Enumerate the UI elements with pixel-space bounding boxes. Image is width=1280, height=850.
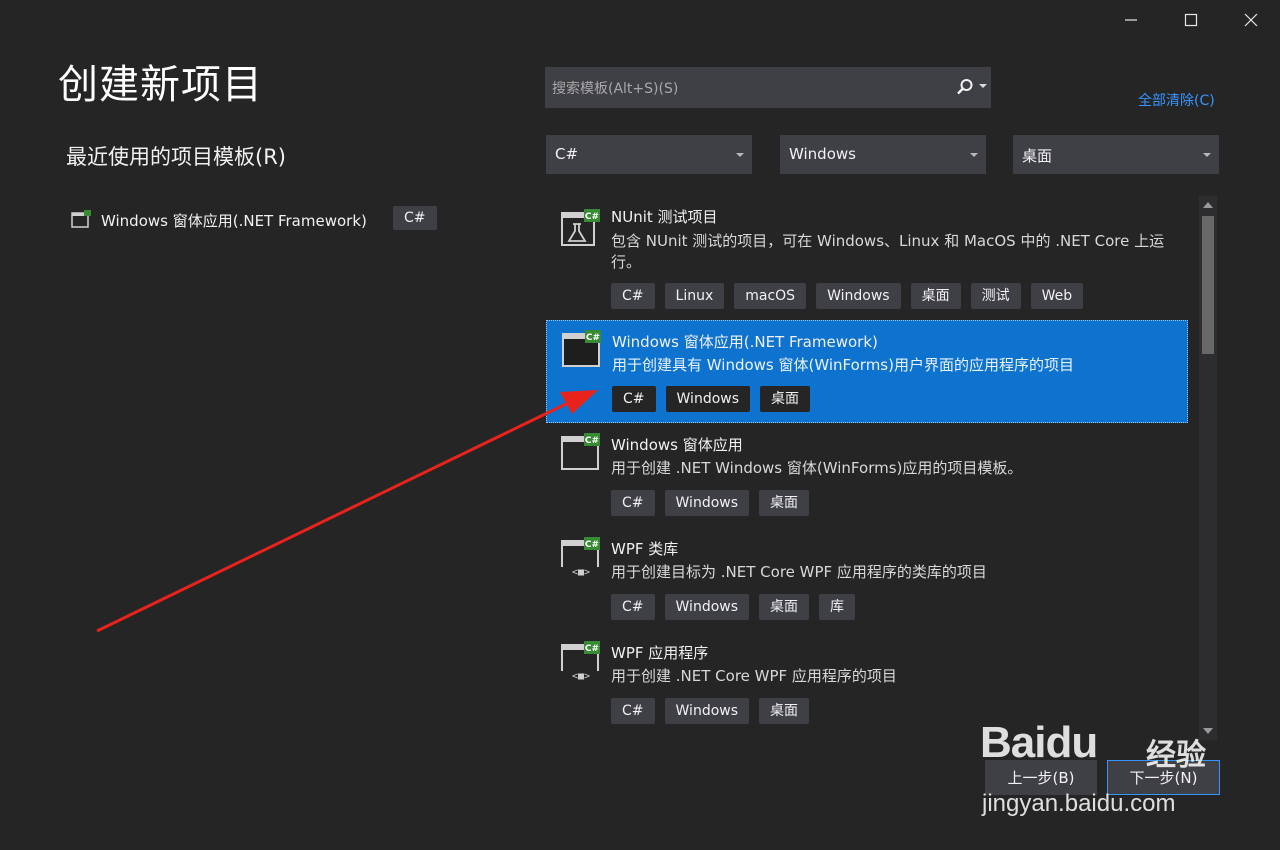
- wpf-library-icon: <■> C#: [561, 537, 600, 578]
- close-icon: [1244, 13, 1258, 27]
- project-type-filter-dropdown[interactable]: 桌面: [1013, 135, 1219, 174]
- tag: 桌面: [759, 594, 810, 620]
- template-name: WPF 类库: [611, 540, 679, 558]
- tag: Windows: [664, 490, 750, 516]
- minimize-icon: [1125, 19, 1137, 21]
- window-app-icon: C#: [561, 433, 600, 470]
- svg-text:C#: C#: [586, 333, 600, 343]
- tag: 桌面: [759, 698, 810, 724]
- platform-filter-value: Windows: [789, 145, 856, 163]
- maximize-button[interactable]: [1176, 8, 1206, 32]
- template-tags: C# Windows 桌面: [611, 698, 810, 724]
- tag: 库: [819, 594, 856, 620]
- template-item-nunit[interactable]: C# NUnit 测试项目 包含 NUnit 测试的项目，可在 Windows、…: [546, 195, 1188, 319]
- watermark-main: Baidu: [980, 718, 1098, 767]
- tag: C#: [612, 386, 656, 412]
- tag: C#: [611, 490, 655, 516]
- recent-template-tag: C#: [393, 206, 437, 230]
- search-icon[interactable]: [956, 78, 974, 96]
- chevron-down-icon: [1203, 153, 1211, 157]
- maximize-icon: [1184, 13, 1198, 27]
- template-description: 用于创建 .NET Windows 窗体(WinForms)应用的项目模板。: [611, 459, 1023, 477]
- platform-filter-dropdown[interactable]: Windows: [780, 135, 986, 174]
- template-item-winforms[interactable]: C# Windows 窗体应用 用于创建 .NET Windows 窗体(Win…: [546, 424, 1188, 528]
- tag: macOS: [734, 283, 807, 309]
- search-input[interactable]: [546, 68, 954, 109]
- template-description: 包含 NUnit 测试的项目，可在 Windows、Linux 和 MacOS …: [611, 232, 1165, 271]
- svg-text:C#: C#: [585, 212, 599, 222]
- recent-template-item[interactable]: Windows 窗体应用(.NET Framework) C#: [66, 204, 437, 236]
- baidu-watermark: Baidu 经验 jingyan.baidu.com: [980, 718, 1206, 817]
- chevron-down-icon: [970, 153, 978, 157]
- search-options-chevron-icon[interactable]: [979, 84, 987, 88]
- tag: 桌面: [760, 386, 811, 412]
- template-tags: C# Windows 桌面: [611, 490, 810, 516]
- tag: Linux: [664, 283, 725, 309]
- template-description: 用于创建具有 Windows 窗体(WinForms)用户界面的应用程序的项目: [612, 356, 1074, 374]
- window-app-icon: [71, 210, 91, 228]
- svg-text:C#: C#: [585, 436, 599, 446]
- tag: 桌面: [759, 490, 810, 516]
- page-title: 创建新项目: [58, 62, 263, 108]
- template-item-winforms-netframework[interactable]: C# Windows 窗体应用(.NET Framework) 用于创建具有 W…: [546, 320, 1188, 423]
- svg-text:<■>: <■>: [572, 671, 590, 682]
- scrollbar-thumb[interactable]: [1202, 216, 1214, 354]
- minimize-button[interactable]: [1116, 8, 1146, 32]
- template-name: NUnit 测试项目: [611, 208, 718, 226]
- clear-all-link[interactable]: 全部清除(C): [1138, 90, 1215, 110]
- template-item-wpf-library[interactable]: <■> C# WPF 类库 用于创建目标为 .NET Core WPF 应用程序…: [546, 528, 1188, 632]
- recent-template-label: Windows 窗体应用(.NET Framework): [101, 211, 367, 230]
- tag: C#: [611, 698, 655, 724]
- close-button[interactable]: [1236, 8, 1266, 32]
- template-list: C# NUnit 测试项目 包含 NUnit 测试的项目，可在 Windows、…: [546, 195, 1188, 740]
- svg-text:C#: C#: [585, 644, 599, 654]
- tag: 桌面: [910, 283, 961, 309]
- language-filter-value: C#: [555, 145, 579, 163]
- template-list-scrollbar[interactable]: [1199, 196, 1217, 740]
- svg-text:<■>: <■>: [572, 567, 590, 578]
- template-tags: C# Windows 桌面: [612, 386, 811, 412]
- template-description: 用于创建 .NET Core WPF 应用程序的项目: [611, 667, 897, 685]
- language-filter-dropdown[interactable]: C#: [546, 135, 752, 174]
- project-type-filter-value: 桌面: [1022, 147, 1053, 165]
- tag: C#: [611, 594, 655, 620]
- tag: Windows: [664, 594, 750, 620]
- watermark-url: jingyan.baidu.com: [982, 790, 1176, 817]
- tag: Windows: [664, 698, 750, 724]
- test-project-icon: C#: [561, 209, 600, 246]
- template-name: Windows 窗体应用(.NET Framework): [612, 333, 878, 351]
- watermark-cn: 经验: [1146, 738, 1206, 773]
- template-search-box[interactable]: [545, 67, 991, 109]
- template-name: WPF 应用程序: [611, 644, 709, 662]
- wpf-app-icon: <■> C#: [561, 641, 600, 682]
- tag: C#: [611, 283, 655, 309]
- template-tags: C# Windows 桌面 库: [611, 594, 856, 620]
- tag: Windows: [665, 386, 751, 412]
- scroll-up-arrow-icon[interactable]: [1203, 202, 1213, 208]
- svg-text:C#: C#: [585, 540, 599, 550]
- template-tags: C# Linux macOS Windows 桌面 测试 Web: [611, 283, 1084, 309]
- tag: Web: [1030, 283, 1084, 309]
- template-name: Windows 窗体应用: [611, 436, 743, 454]
- window-app-icon: C#: [562, 330, 601, 367]
- tag: 测试: [970, 283, 1021, 309]
- template-description: 用于创建目标为 .NET Core WPF 应用程序的类库的项目: [611, 563, 987, 581]
- tag: Windows: [816, 283, 901, 309]
- chevron-down-icon: [736, 153, 744, 157]
- recent-templates-heading: 最近使用的项目模板(R): [66, 145, 286, 169]
